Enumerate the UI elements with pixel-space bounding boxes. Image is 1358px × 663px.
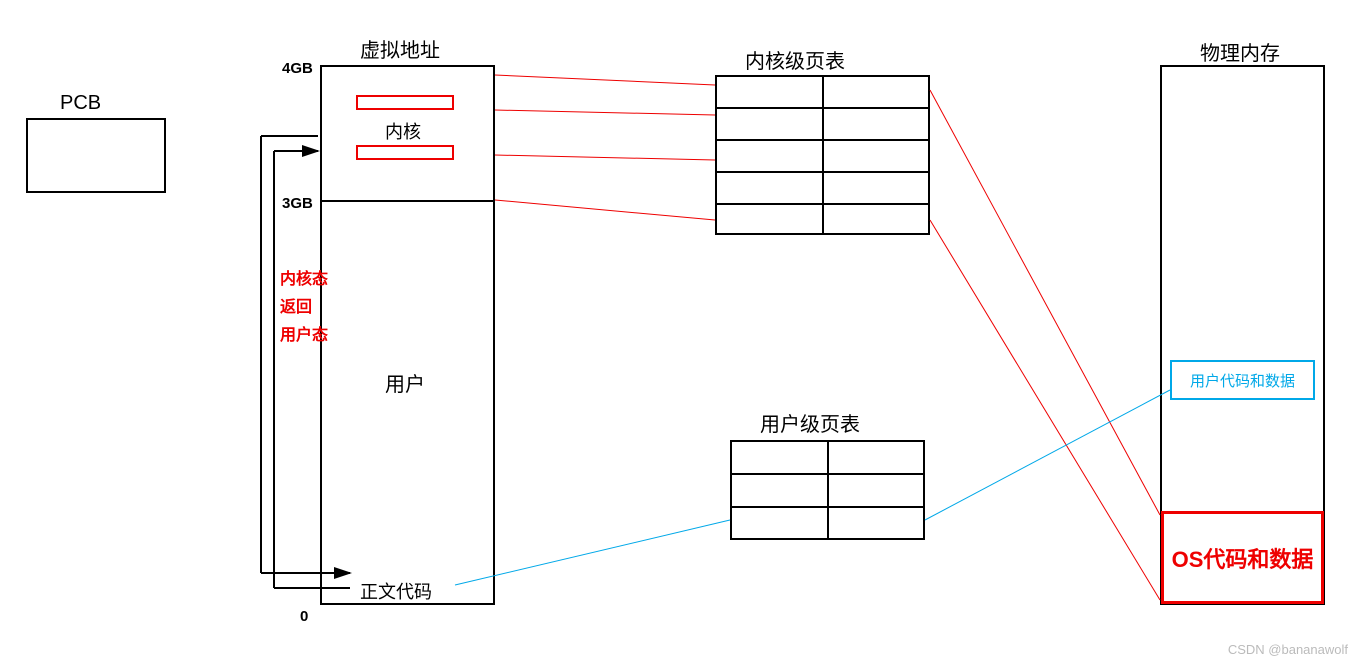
user-code-data-block: 用户代码和数据 [1170,360,1315,400]
transition-line3: 用户态 [280,321,328,345]
os-code-data-block: OS代码和数据 [1161,511,1324,604]
kpt-col [822,75,824,235]
virtual-address-title: 虚拟地址 [360,34,440,63]
user-page-table-title: 用户级页表 [760,408,860,437]
watermark: CSDN @bananawolf [1228,642,1348,657]
physical-memory-title: 物理内存 [1200,37,1280,66]
kernel-red-box-bottom [356,145,454,160]
transition-line1: 内核态 [280,265,328,289]
upt-col [827,440,829,540]
marker-3gb: 3GB [282,195,313,212]
pcb-box [26,118,166,193]
transition-line2: 返回 [280,293,312,317]
kernel-red-box-top [356,95,454,110]
kernel-label: 内核 [385,118,421,144]
user-label: 用户 [385,368,425,397]
marker-0: 0 [300,608,308,625]
divider-3gb [320,200,495,202]
os-code-data-text: OS代码和数据 [1172,542,1314,574]
code-label: 正文代码 [360,578,432,604]
connector-svg [0,0,1358,663]
marker-4gb: 4GB [282,60,313,77]
pcb-label: PCB [60,92,101,115]
kernel-page-table-title: 内核级页表 [745,45,845,74]
